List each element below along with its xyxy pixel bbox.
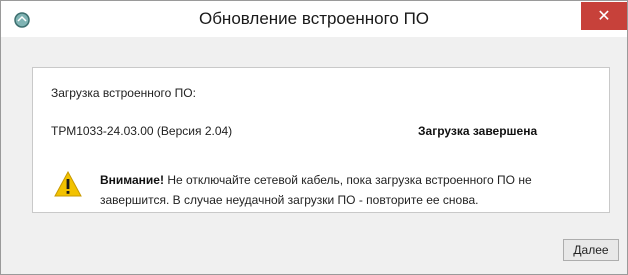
window-title: Обновление встроенного ПО (198, 9, 430, 28)
title-bar: Обновление встроенного ПО ✕ (1, 1, 627, 37)
warning-icon (54, 171, 82, 197)
close-button[interactable]: ✕ (581, 2, 627, 30)
firmware-file-name: ТРМ1033-24.03.00 (Версия 2.04) (51, 124, 233, 138)
update-panel: Загрузка встроенного ПО: ТРМ1033-24.03.0… (32, 67, 610, 213)
status-text: Загрузка завершена (418, 124, 538, 138)
close-icon: ✕ (597, 8, 611, 25)
firmware-update-dialog: Обновление встроенного ПО ✕ Загрузка вст… (0, 0, 628, 275)
next-button[interactable]: Далее (563, 239, 619, 261)
panel-heading: Загрузка встроенного ПО: (51, 86, 196, 100)
warning-text: Не отключайте сетевой кабель, пока загру… (100, 173, 532, 207)
warning-message: Внимание! Не отключайте сетевой кабель, … (100, 170, 570, 210)
warning-label: Внимание! (100, 173, 164, 187)
